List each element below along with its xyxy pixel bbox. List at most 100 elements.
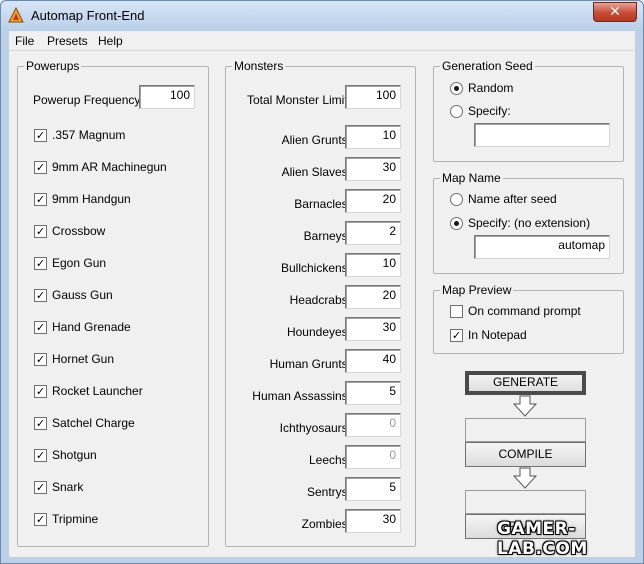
window-title: Automap Front-End (31, 8, 145, 23)
monster-count-input[interactable]: 10 (345, 125, 401, 149)
monster-label: Zombies: (301, 517, 351, 531)
powerup-label: Egon Gun (52, 256, 107, 270)
check-icon: ✓ (35, 161, 46, 174)
compile-progress-box (465, 418, 586, 442)
powerup-checkbox[interactable]: ✓ (34, 129, 47, 142)
command-prompt-label: On command prompt (468, 304, 581, 318)
watermark-text: GAMER-LAB.COM (497, 519, 588, 559)
monster-count-input[interactable]: 20 (345, 285, 401, 309)
generation-seed-title: Generation Seed (440, 59, 535, 73)
check-icon: ✓ (35, 129, 46, 142)
check-icon: ✓ (35, 449, 46, 462)
total-monster-limit-input[interactable]: 100 (345, 85, 401, 109)
check-icon: ✓ (35, 225, 46, 238)
map-preview-title: Map Preview (440, 283, 514, 297)
powerup-label: Rocket Launcher (52, 384, 143, 398)
monster-count-input[interactable]: 40 (345, 349, 401, 373)
powerup-frequency-input[interactable]: 100 (139, 85, 195, 109)
monster-label: Bullchickens: (280, 261, 351, 275)
map-name-specify-radio[interactable] (450, 217, 463, 230)
map-name-title: Map Name (440, 171, 503, 185)
check-icon: ✓ (35, 289, 46, 302)
arrow-down-icon (513, 395, 537, 417)
powerup-checkbox[interactable]: ✓ (34, 257, 47, 270)
monster-label: Barneys: (303, 229, 351, 243)
powerup-label: Satchel Charge (52, 416, 135, 430)
monster-count-input[interactable]: 5 (345, 381, 401, 405)
map-name-group: Map Name Name after seed Specify: (no ex… (433, 171, 624, 274)
check-icon: ✓ (35, 353, 46, 366)
monster-count-input[interactable]: 30 (345, 509, 401, 533)
map-name-input[interactable]: automap (474, 235, 610, 259)
check-icon: ✓ (35, 417, 46, 430)
powerup-checkbox[interactable]: ✓ (34, 449, 47, 462)
powerup-checkbox[interactable]: ✓ (34, 161, 47, 174)
app-icon (8, 7, 24, 23)
powerup-label: 9mm Handgun (52, 192, 131, 206)
powerup-label: Hornet Gun (52, 352, 115, 366)
seed-random-radio[interactable] (450, 82, 463, 95)
check-icon: ✓ (451, 329, 462, 342)
powerup-label: Hand Grenade (52, 320, 131, 334)
powerups-group-title: Powerups (24, 59, 82, 73)
monster-count-input[interactable]: 30 (345, 157, 401, 181)
close-button[interactable]: ✕ (593, 2, 637, 22)
powerup-checkbox[interactable]: ✓ (34, 193, 47, 206)
check-icon: ✓ (35, 513, 46, 526)
powerup-label: Crossbow (52, 224, 106, 238)
menu-presets[interactable]: Presets (47, 34, 88, 48)
close-icon: ✕ (609, 4, 621, 20)
compile-button[interactable]: COMPILE (465, 442, 586, 467)
menu-bar: File Presets Help (9, 31, 635, 51)
seed-specify-label: Specify: (468, 104, 511, 118)
title-bar[interactable]: Automap Front-End ✕ (1, 1, 643, 31)
powerup-checkbox[interactable]: ✓ (34, 513, 47, 526)
powerup-checkbox[interactable]: ✓ (34, 481, 47, 494)
check-icon: ✓ (35, 193, 46, 206)
monster-label: Barnacles: (294, 197, 351, 211)
powerup-checkbox[interactable]: ✓ (34, 321, 47, 334)
monster-count-input[interactable]: 0 (345, 413, 401, 437)
monster-count-input[interactable]: 30 (345, 317, 401, 341)
powerup-checkbox[interactable]: ✓ (34, 225, 47, 238)
map-preview-group: Map Preview On command prompt ✓ In Notep… (433, 283, 624, 354)
powerup-label: Snark (52, 480, 84, 494)
generation-seed-group: Generation Seed Random Specify: (433, 59, 624, 162)
monster-count-input[interactable]: 20 (345, 189, 401, 213)
monsters-group: Monsters Total Monster Limit: 100 Alien … (225, 59, 416, 547)
powerup-checkbox[interactable]: ✓ (34, 417, 47, 430)
check-icon: ✓ (35, 481, 46, 494)
monster-count-input[interactable]: 10 (345, 253, 401, 277)
monster-count-input[interactable]: 2 (345, 221, 401, 245)
monster-label: Alien Grunts: (281, 133, 351, 147)
map-name-specify-label: Specify: (no extension) (468, 216, 591, 230)
powerup-label: Tripmine (52, 512, 99, 526)
seed-specify-radio[interactable] (450, 105, 463, 118)
powerup-label: Gauss Gun (52, 288, 113, 302)
app-window: Automap Front-End ✕ File Presets Help Po… (0, 0, 644, 564)
menu-help[interactable]: Help (98, 34, 123, 48)
seed-random-label: Random (468, 81, 514, 95)
total-monster-limit-label: Total Monster Limit: (246, 93, 351, 107)
notepad-label: In Notepad (468, 328, 527, 342)
monster-count-input[interactable]: 0 (345, 445, 401, 469)
powerup-label: .357 Magnum (52, 128, 126, 142)
powerup-checkbox[interactable]: ✓ (34, 289, 47, 302)
generate-button[interactable]: GENERATE (465, 371, 586, 395)
monster-label: Human Grunts: (269, 357, 351, 371)
monster-count-input[interactable]: 5 (345, 477, 401, 501)
powerup-checkbox[interactable]: ✓ (34, 385, 47, 398)
notepad-checkbox[interactable]: ✓ (450, 329, 463, 342)
menu-file[interactable]: File (15, 34, 34, 48)
arrow-down-icon (513, 467, 537, 489)
monster-label: Houndeyes: (286, 325, 351, 339)
powerups-group: Powerups Powerup Frequency: 100 ✓ .357 Ma… (17, 59, 209, 547)
seed-specify-input[interactable] (474, 123, 610, 147)
map-name-after-seed-radio[interactable] (450, 193, 463, 206)
monster-label: Ichthyosaurs: (279, 421, 351, 435)
check-icon: ✓ (35, 257, 46, 270)
powerup-frequency-label: Powerup Frequency: (33, 93, 144, 107)
powerup-checkbox[interactable]: ✓ (34, 353, 47, 366)
command-prompt-checkbox[interactable] (450, 305, 463, 318)
check-icon: ✓ (35, 321, 46, 334)
